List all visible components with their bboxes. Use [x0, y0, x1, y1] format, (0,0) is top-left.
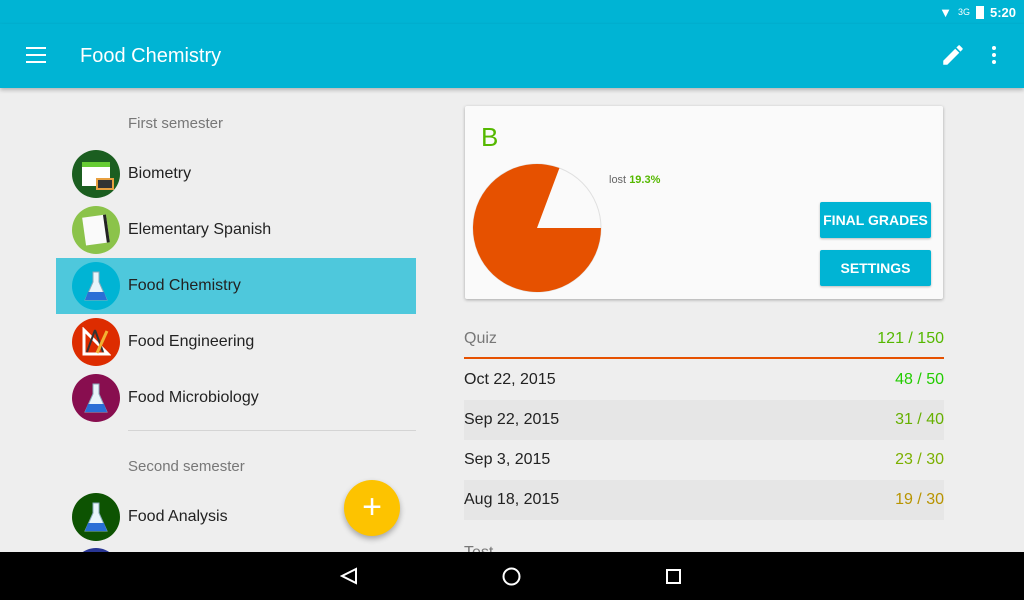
grade-summary-card: B lost 19.3% FINAL GRADES SETTINGS	[465, 106, 943, 299]
section-header: Second semester	[128, 458, 245, 475]
add-button[interactable]: +	[344, 480, 400, 536]
drafting-tools-icon	[72, 318, 120, 366]
item-label: Food Engineering	[128, 333, 255, 350]
sidebar-item-elementary-spanish[interactable]: Elementary Spanish	[56, 202, 416, 258]
grade-row[interactable]: Oct 22, 2015 48 / 50	[464, 360, 944, 400]
sidebar-item-food-engineering[interactable]: Food Engineering	[56, 314, 416, 370]
grade-score: 31 / 40	[895, 411, 944, 428]
item-label: Food Analysis	[128, 508, 228, 525]
notepad-icon	[72, 206, 120, 254]
battery-icon	[975, 5, 984, 19]
signal-icon: 3G	[957, 7, 970, 17]
grade-score: 19 / 30	[895, 491, 944, 508]
letter-grade: B	[481, 122, 499, 152]
grade-date: Sep 3, 2015	[464, 451, 551, 468]
wifi-icon: ▼	[939, 4, 952, 20]
category-total: 121 / 150	[877, 330, 944, 347]
section-header: First semester	[128, 115, 224, 132]
recents-icon[interactable]	[666, 569, 681, 584]
grade-date: Sep 22, 2015	[464, 411, 560, 428]
app-bar: Food Chemistry	[0, 24, 1024, 88]
settings-button[interactable]: SETTINGS	[820, 250, 931, 286]
grade-row[interactable]: Sep 3, 2015 23 / 30	[464, 440, 944, 480]
edit-pencil-icon[interactable]	[940, 42, 966, 68]
item-label: Food Microbiology	[128, 389, 259, 406]
grade-date: Oct 22, 2015	[464, 371, 556, 388]
page-title: Food Chemistry	[80, 45, 222, 67]
back-icon[interactable]	[340, 567, 358, 585]
flask-icon	[72, 493, 120, 541]
flask-icon	[72, 262, 120, 310]
sidebar-item-biometry[interactable]: Biometry	[56, 146, 416, 202]
navigation-bar	[0, 552, 1024, 600]
home-icon[interactable]	[502, 567, 521, 586]
flask-icon	[72, 374, 120, 422]
status-bar: ▼ 3G 5:20	[0, 0, 1024, 24]
grade-row[interactable]: Sep 22, 2015 31 / 40	[464, 400, 944, 440]
item-label: Food Chemistry	[128, 277, 241, 294]
grade-row[interactable]: Aug 18, 2015 19 / 30	[464, 480, 944, 520]
more-options-icon[interactable]	[991, 46, 997, 64]
grade-score: 23 / 30	[895, 451, 944, 468]
grade-pie-chart	[472, 163, 602, 293]
sidebar-item-food-microbiology[interactable]: Food Microbiology	[56, 370, 416, 426]
sidebar-item-food-chemistry[interactable]: Food Chemistry	[56, 258, 416, 314]
clock: 5:20	[989, 4, 1016, 20]
lost-percentage: lost 19.3%	[609, 174, 661, 186]
chalkboard-icon	[72, 150, 120, 198]
item-label: Elementary Spanish	[128, 221, 272, 238]
divider	[128, 430, 416, 431]
final-grades-button[interactable]: FINAL GRADES	[820, 202, 931, 238]
item-label: Biometry	[128, 165, 192, 182]
grade-date: Aug 18, 2015	[464, 491, 560, 508]
grade-score: 48 / 50	[895, 371, 944, 388]
category-name: Quiz	[464, 330, 497, 347]
category-header[interactable]: Quiz 121 / 150	[464, 330, 944, 359]
menu-icon[interactable]	[26, 47, 46, 63]
